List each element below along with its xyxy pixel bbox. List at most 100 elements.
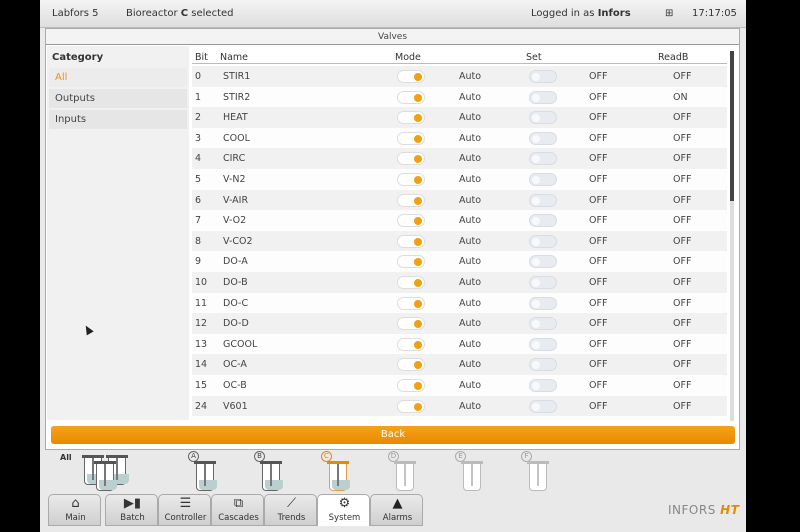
set-toggle[interactable] <box>529 234 557 248</box>
cell-name: OC-A <box>223 359 247 371</box>
table-row[interactable]: 2 HEAT Auto OFF OFF <box>192 107 727 128</box>
table-row[interactable]: 9 DO-A Auto OFF OFF <box>192 251 727 272</box>
cell-set: OFF <box>589 276 608 288</box>
category-item-all[interactable]: All <box>49 68 187 87</box>
reactor-vessel-icon <box>260 461 283 491</box>
mode-toggle[interactable] <box>397 378 425 392</box>
cell-readb: OFF <box>673 297 692 309</box>
mode-toggle[interactable] <box>397 234 425 248</box>
mode-toggle[interactable] <box>397 255 425 269</box>
cell-readb: OFF <box>673 276 692 288</box>
set-toggle[interactable] <box>529 214 557 228</box>
reactor-button-f[interactable]: F <box>518 451 554 493</box>
mode-toggle[interactable] <box>397 172 425 186</box>
category-item-outputs[interactable]: Outputs <box>49 89 187 108</box>
mode-toggle[interactable] <box>397 275 425 289</box>
cell-mode: Auto <box>459 235 482 247</box>
all-reactors-button[interactable] <box>78 451 132 493</box>
reactor-button-e[interactable]: E <box>452 451 488 493</box>
set-toggle[interactable] <box>529 255 557 269</box>
table-row[interactable]: 6 V-AIR Auto OFF OFF <box>192 189 727 211</box>
cell-name: COOL <box>223 132 250 144</box>
header-mode: Mode <box>395 52 421 63</box>
cell-set: OFF <box>589 91 608 103</box>
set-toggle[interactable] <box>529 70 557 83</box>
mode-toggle[interactable] <box>397 399 425 413</box>
cell-bit: 10 <box>195 276 208 288</box>
set-toggle[interactable] <box>529 399 557 413</box>
cell-bit: 24 <box>195 400 208 412</box>
valves-panel: Valves Category All Outputs Inputs Bit N… <box>45 28 740 450</box>
mode-toggle[interactable] <box>397 70 425 83</box>
cell-mode: Auto <box>459 194 482 206</box>
nav-label: Main <box>65 513 86 523</box>
mode-toggle[interactable] <box>397 358 425 372</box>
table-rows: 0 STIR1 Auto OFF OFF 1 STIR2 Auto OFF ON 2 HEAT Auto… <box>192 66 727 417</box>
table-row[interactable]: 24 V601 Auto OFF OFF <box>192 395 727 417</box>
mode-toggle[interactable] <box>397 317 425 331</box>
category-item-inputs[interactable]: Inputs <box>49 110 187 129</box>
set-toggle[interactable] <box>529 358 557 372</box>
app-name: Labfors 5 <box>52 8 99 19</box>
mode-toggle[interactable] <box>397 193 425 207</box>
cell-set: OFF <box>589 338 608 350</box>
set-toggle[interactable] <box>529 111 557 125</box>
mode-toggle[interactable] <box>397 296 425 310</box>
cell-readb: OFF <box>673 71 692 82</box>
nav-alarms[interactable]: ▲ Alarms <box>370 494 423 526</box>
scrollbar-thumb[interactable] <box>730 51 734 201</box>
set-toggle[interactable] <box>529 296 557 310</box>
set-toggle[interactable] <box>529 378 557 392</box>
cell-readb: OFF <box>673 173 692 185</box>
reactor-button-a[interactable]: A <box>185 451 221 493</box>
mode-toggle[interactable] <box>397 214 425 228</box>
reactor-vessel-icon <box>194 461 217 491</box>
set-toggle[interactable] <box>529 337 557 351</box>
reactor-button-c[interactable]: C <box>318 451 354 493</box>
reactor-vessel-icon <box>394 461 416 491</box>
cell-mode: Auto <box>459 112 482 124</box>
cell-set: OFF <box>589 215 608 227</box>
network-icon: ⊞ <box>665 8 674 19</box>
table-row[interactable]: 4 CIRC Auto OFF OFF <box>192 148 727 169</box>
table-row[interactable]: 1 STIR2 Auto OFF ON <box>192 86 727 108</box>
mode-toggle[interactable] <box>397 131 425 145</box>
reactor-button-d[interactable]: D <box>385 451 421 493</box>
nav-batch[interactable]: ▶▮ Batch <box>105 494 158 526</box>
table-row[interactable]: 0 STIR1 Auto OFF OFF <box>192 66 727 87</box>
table-row[interactable]: 5 V-N2 Auto OFF OFF <box>192 168 727 190</box>
reactor-button-b[interactable]: B <box>251 451 287 493</box>
set-toggle[interactable] <box>529 131 557 145</box>
cell-name: V601 <box>223 400 248 412</box>
table-row[interactable]: 3 COOL Auto OFF OFF <box>192 127 727 149</box>
mode-toggle[interactable] <box>397 90 425 104</box>
table-scrollbar[interactable] <box>730 51 734 421</box>
set-toggle[interactable] <box>529 90 557 104</box>
table-row[interactable]: 13 GCOOL Auto OFF OFF <box>192 333 727 355</box>
cell-readb: OFF <box>673 400 692 412</box>
nav-main[interactable]: ⌂ Main <box>48 494 101 526</box>
set-toggle[interactable] <box>529 317 557 331</box>
set-toggle[interactable] <box>529 152 557 166</box>
table-row[interactable]: 15 OC-B Auto OFF OFF <box>192 374 727 396</box>
set-toggle[interactable] <box>529 193 557 207</box>
nav-controller[interactable]: ☰ Controller <box>158 494 211 526</box>
cell-bit: 2 <box>195 112 202 124</box>
set-toggle[interactable] <box>529 275 557 289</box>
mode-toggle[interactable] <box>397 337 425 351</box>
nav-trends[interactable]: ⟋ Trends <box>264 494 317 526</box>
nav-cascades[interactable]: ⧉ Cascades <box>211 494 264 526</box>
table-row[interactable]: 11 DO-C Auto OFF OFF <box>192 292 727 314</box>
table-row[interactable]: 14 OC-A Auto OFF OFF <box>192 354 727 375</box>
mode-toggle[interactable] <box>397 111 425 125</box>
nav-label: Alarms <box>382 513 413 523</box>
back-button[interactable]: Back <box>51 426 735 444</box>
nav-system[interactable]: ⚙ System <box>317 494 370 526</box>
table-row[interactable]: 12 DO-D Auto OFF OFF <box>192 313 727 334</box>
set-toggle[interactable] <box>529 172 557 186</box>
table-row[interactable]: 7 V-O2 Auto OFF OFF <box>192 210 727 231</box>
cell-readb: OFF <box>673 194 692 206</box>
table-row[interactable]: 10 DO-B Auto OFF OFF <box>192 271 727 293</box>
mode-toggle[interactable] <box>397 152 425 166</box>
table-row[interactable]: 8 V-CO2 Auto OFF OFF <box>192 230 727 252</box>
